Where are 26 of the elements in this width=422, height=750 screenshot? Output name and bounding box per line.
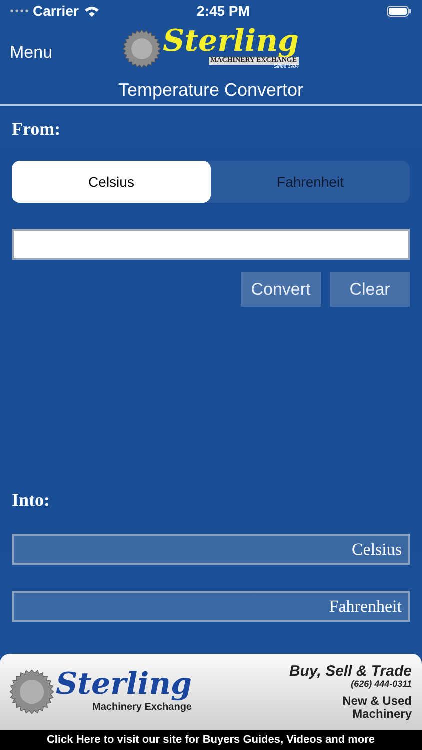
convert-button[interactable]: Convert xyxy=(241,272,321,307)
logo-text: Sterling xyxy=(163,27,299,58)
output-field[interactable]: Celsius xyxy=(12,534,410,565)
headline-text: Buy, Sell & Trade xyxy=(289,664,412,680)
logo-text: Sterling xyxy=(56,670,192,700)
clear-button[interactable]: Clear xyxy=(330,272,410,307)
ad-banner[interactable]: Sterling Machinery Exchange Buy, Sell & Trade (626) 444-0311 New & Used Machinery xyxy=(0,654,422,730)
carrier-text: Carrier xyxy=(33,2,79,20)
output-field[interactable]: Fahrenheit xyxy=(12,591,410,622)
gear-icon xyxy=(10,670,54,714)
section-label: From: xyxy=(11,118,62,141)
segment-tab[interactable]: Celsius xyxy=(12,161,211,203)
gear-icon xyxy=(123,30,161,68)
page-title: Temperature Convertor xyxy=(118,79,304,102)
tagline-text: New & Used xyxy=(342,695,412,708)
time-text: 2:45 PM xyxy=(197,2,251,20)
section-label: Into: xyxy=(11,489,52,512)
wifi-icon xyxy=(84,5,100,17)
input-field[interactable] xyxy=(12,229,410,260)
phone-text: (626) 444-0311 xyxy=(351,680,412,689)
logo-subtitle: Machinery Exchange xyxy=(92,701,192,714)
site-link[interactable]: Click Here to visit our site for Buyers Guides, Videos and more xyxy=(0,730,422,750)
tagline-text: Machinery xyxy=(352,708,412,720)
menu-button[interactable]: Menu xyxy=(10,40,53,66)
battery-icon xyxy=(387,6,412,16)
signal-icon xyxy=(10,7,29,15)
